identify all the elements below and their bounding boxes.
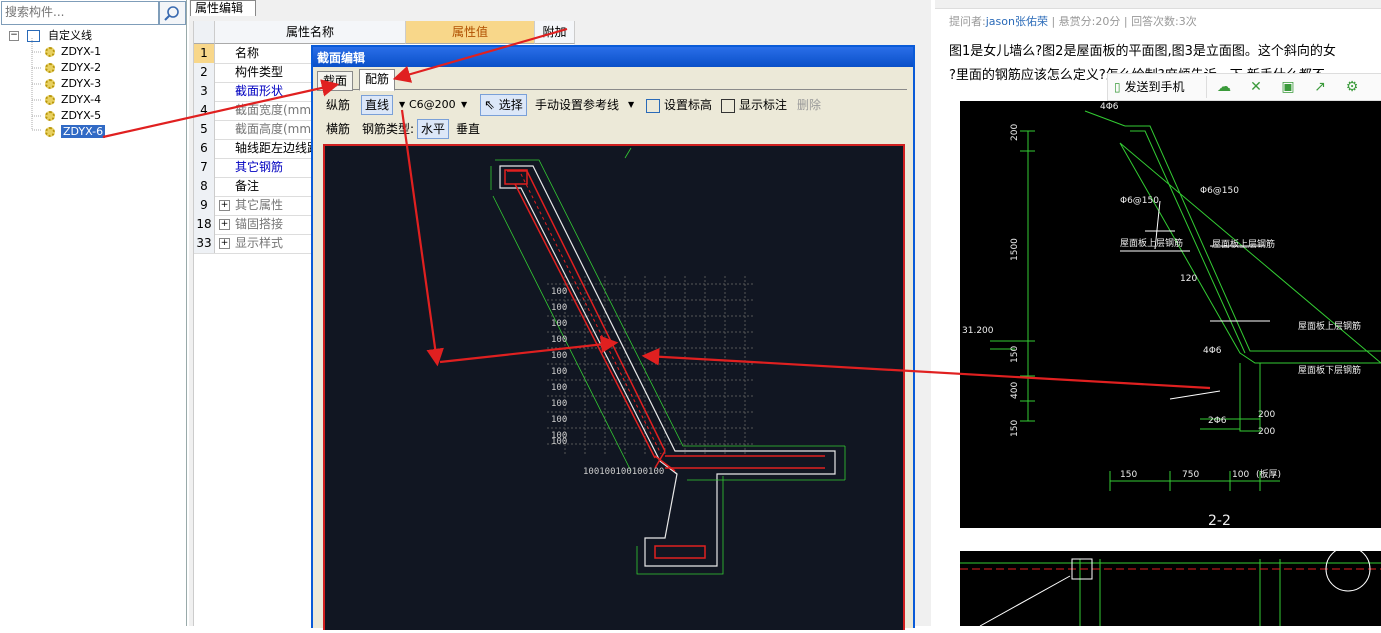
- annotation-arrows: [102, 27, 1211, 390]
